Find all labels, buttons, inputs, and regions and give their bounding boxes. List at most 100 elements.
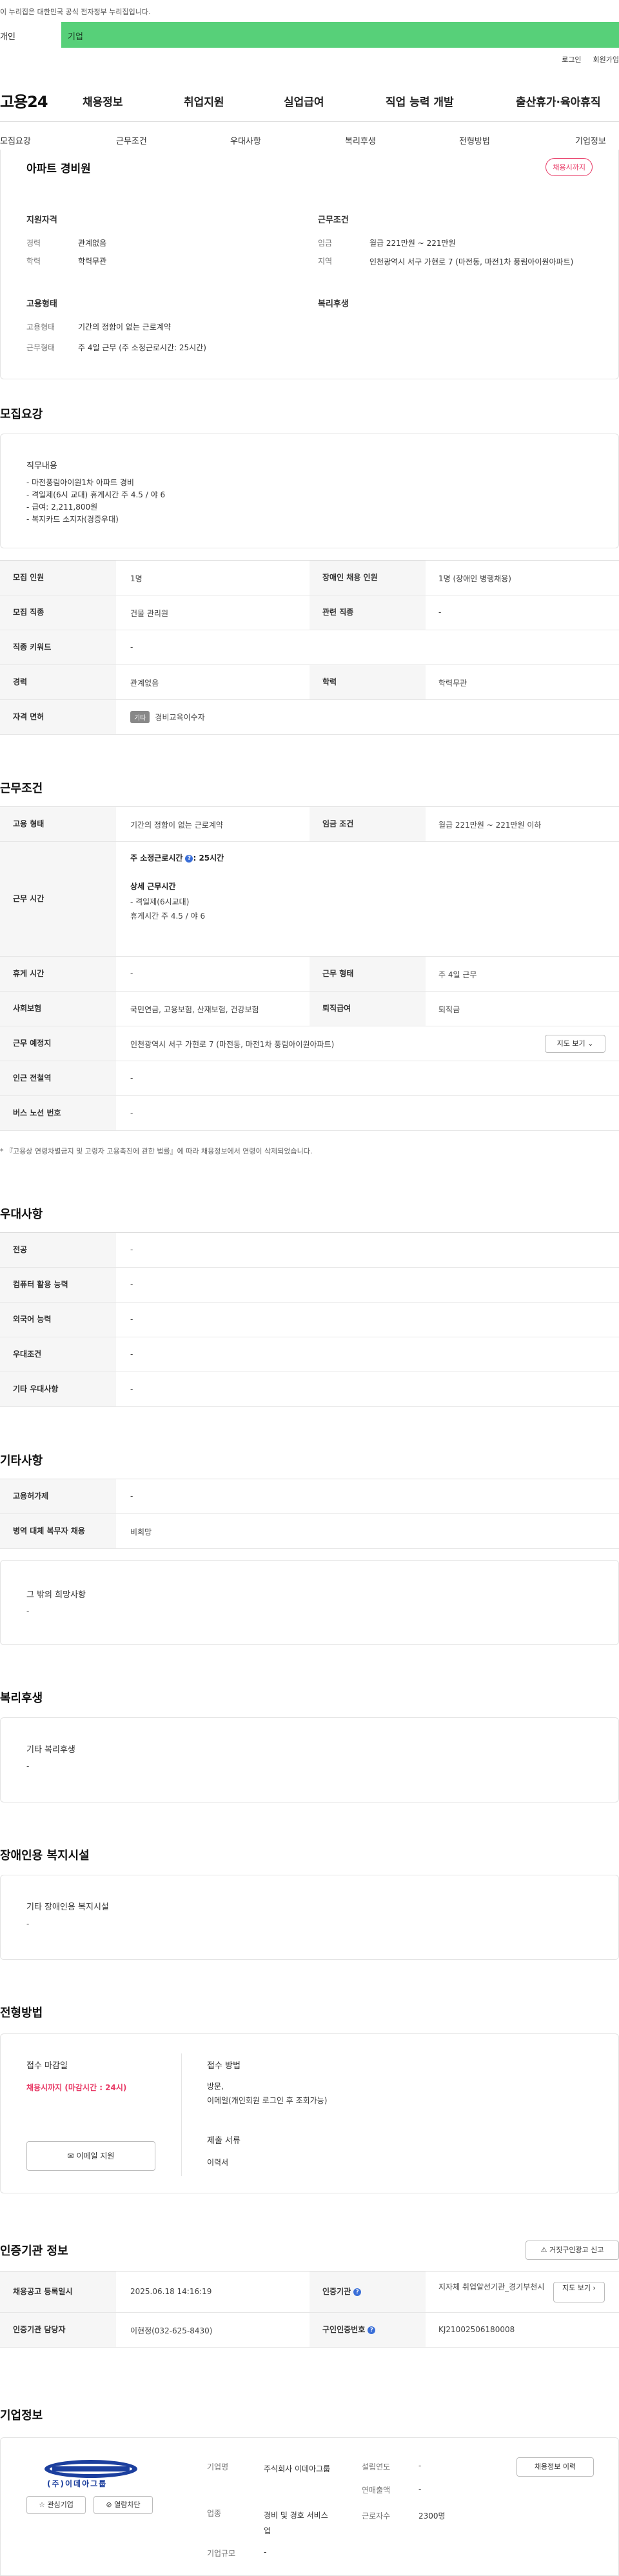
recruit-table: 모집 인원 1명 장애인 채용 인원 1명 (장애인 병행채용) 모집 직종 건…	[0, 560, 619, 735]
hiring-history-button[interactable]: 채용정보 이력	[516, 2457, 594, 2477]
table-header: 근무 예정지	[0, 1026, 116, 1061]
table-cell: -	[130, 969, 133, 978]
status-badge: 채용시까지	[545, 158, 593, 176]
disabled-box-title: 기타 장애인용 복지시설	[26, 1902, 109, 1912]
license-value: 경비교육이수자	[155, 713, 205, 722]
table-header: 인증기관 담당자	[0, 2313, 116, 2347]
tab-recruit[interactable]: 모집요강	[0, 134, 31, 146]
tab-welfare[interactable]: 복리후생	[345, 134, 376, 146]
table-row: 경력 관계없음 학력 학력무관	[0, 665, 619, 700]
gnb-item-unemployment-benefit[interactable]: 실업급여	[284, 93, 324, 109]
table-row: 근무 예정지 인천광역시 서구 가현로 7 (마전동, 마전1차 풍림아이원아파…	[0, 1026, 619, 1061]
tab-preferences[interactable]: 우대사항	[230, 134, 261, 146]
gnb-item-parental-leave[interactable]: 출산휴가·육아휴직	[516, 93, 601, 109]
table-header: 모집 인원	[0, 561, 116, 595]
table-header: 채용공고 등록일시	[0, 2271, 116, 2312]
report-button-label: 거짓구인광고 신고	[549, 2246, 604, 2254]
table-row: 고용 형태 기간의 정함이 없는 근로계약 임금 조건 월급 221만원 ~ 2…	[0, 807, 619, 842]
map-button[interactable]: 지도 보기 ⌄	[545, 1035, 605, 1053]
table-row: 자격 면허 기타 경비교육이수자	[0, 700, 619, 735]
table-cell: 이현정(032-625-8430)	[130, 2326, 213, 2335]
alert-icon: ⚠	[540, 2246, 547, 2254]
hours-detail-title: 상세 근무시간	[130, 882, 176, 891]
info-icon[interactable]: ?	[368, 2326, 376, 2334]
favorite-label: 관심기업	[47, 2501, 74, 2509]
map-button-label: 지도 보기	[556, 1039, 585, 1048]
method-title: 접수 방법	[207, 2061, 241, 2071]
chevron-down-icon: ⌄	[587, 1039, 594, 1048]
company-name-value: 주식회사 이데아그룹	[264, 2464, 331, 2473]
table-cell: 퇴직금	[438, 1005, 460, 1014]
table-cell: 관계없음	[130, 679, 159, 688]
company-box: (주)이데아그룹 ☆ 관심기업 ⊘ 열람차단 기업명 주식회사 이데아그룹 설립…	[0, 2437, 619, 2576]
table-header: 모집 직종	[0, 595, 116, 630]
site-logo[interactable]: 고용24	[0, 89, 48, 112]
gnb-item-vocational-training[interactable]: 직업 능력 개발	[386, 93, 454, 109]
weekly-hours-value: : 25시간	[193, 854, 224, 863]
table-header: 관련 직종	[310, 595, 426, 630]
info-icon[interactable]: ?	[353, 2288, 362, 2296]
work-table: 고용 형태 기간의 정함이 없는 근로계약 임금 조건 월급 221만원 ~ 2…	[0, 806, 619, 1155]
company-name-label: 기업명	[207, 2462, 229, 2471]
login-link[interactable]: 로그인	[562, 54, 581, 65]
table-header: 버스 노선 번호	[0, 1096, 116, 1130]
emptype-value: 기간의 정함이 없는 근로계약	[78, 323, 171, 332]
tab-process[interactable]: 전형방법	[459, 134, 490, 146]
hope-box: 그 밖의 희망사항 -	[0, 1560, 619, 1645]
established-label: 설립연도	[362, 2462, 391, 2471]
tab-work-conditions[interactable]: 근무조건	[116, 134, 147, 146]
license-chip: 기타	[130, 711, 150, 723]
table-header: 근무 형태	[310, 957, 426, 991]
hope-title: 그 밖의 희망사항	[26, 1590, 86, 1600]
table-row: 버스 노선 번호 -	[0, 1096, 619, 1131]
email-apply-button[interactable]: ✉ 이메일 지원	[26, 2141, 155, 2171]
mail-icon: ✉	[67, 2152, 74, 2161]
table-cell: -	[130, 1073, 133, 1083]
block-view-button[interactable]: ⊘ 열람차단	[93, 2496, 153, 2514]
career-label: 경력	[26, 239, 41, 248]
table-row: 모집 인원 1명 장애인 채용 인원 1명 (장애인 병행채용)	[0, 561, 619, 595]
table-row: 근무 시간 주 소정근로시간?: 25시간 상세 근무시간 - 격일제(6시교대…	[0, 842, 619, 957]
tab-individual[interactable]: 개인	[0, 22, 61, 48]
industry-value: 경비 및 경호 서비스업	[264, 2511, 328, 2535]
table-cell: 학력무관	[438, 679, 467, 688]
report-button[interactable]: ⚠ 거짓구인광고 신고	[526, 2241, 619, 2260]
welfare-title: 복리후생	[318, 299, 349, 309]
staff-value: 2300명	[418, 2511, 446, 2521]
table-row: 기타 우대사항 -	[0, 1372, 619, 1407]
gnb-item-jobs[interactable]: 채용정보	[83, 93, 123, 109]
duty-text: - 마전풍림아이원1차 아파트 경비 - 격일제(6시 교대) 휴게시간 주 4…	[26, 478, 166, 524]
workform-label: 근무형태	[26, 343, 55, 352]
info-icon[interactable]: ?	[185, 854, 193, 863]
table-cell: -	[130, 1245, 133, 1254]
table-header: 우대조건	[0, 1337, 116, 1372]
star-icon: ☆	[39, 2501, 45, 2509]
conditions-title: 근무조건	[318, 215, 349, 225]
table-row: 컴퓨터 활용 능력 -	[0, 1268, 619, 1303]
tab-company[interactable]: 기업정보	[575, 134, 606, 146]
agency-map-button[interactable]: 지도 보기 ›	[553, 2282, 605, 2302]
gnb-item-employment-support[interactable]: 취업지원	[184, 93, 224, 109]
favorite-company-button[interactable]: ☆ 관심기업	[26, 2496, 86, 2514]
table-cell: 1명	[130, 574, 142, 583]
recruit-section-title: 모집요강	[0, 408, 43, 421]
block-icon: ⊘	[106, 2501, 112, 2509]
employment-title: 고용형태	[26, 299, 57, 309]
deadline-value: 채용시까지 (마감시간 : 24시)	[26, 2083, 127, 2092]
emptype-label: 고용형태	[26, 323, 55, 332]
company-section-title: 기업정보	[0, 2409, 43, 2422]
table-header: 전공	[0, 1233, 116, 1267]
tab-business[interactable]: 기업	[61, 22, 619, 48]
cert-section-title: 인증기관 정보	[0, 2244, 68, 2258]
hours-detail: - 격일제(6시교대) 휴게시간 주 4.5 / 야 6	[130, 897, 206, 921]
deadline-title: 접수 마감일	[26, 2061, 68, 2071]
table-row: 우대조건 -	[0, 1337, 619, 1372]
table-cell: 지자체 취업알선기관_경기부천시	[438, 2282, 545, 2291]
signup-link[interactable]: 회원가입	[593, 54, 619, 65]
table-cell: 1명 (장애인 병행채용)	[438, 574, 511, 583]
wage-label: 임금	[318, 239, 333, 248]
weekly-hours: 주 소정근로시간?: 25시간	[130, 852, 224, 863]
welfare-box-value: -	[26, 1762, 30, 1771]
table-cell: 주 4일 근무	[438, 970, 477, 979]
table-cell: -	[130, 643, 133, 652]
